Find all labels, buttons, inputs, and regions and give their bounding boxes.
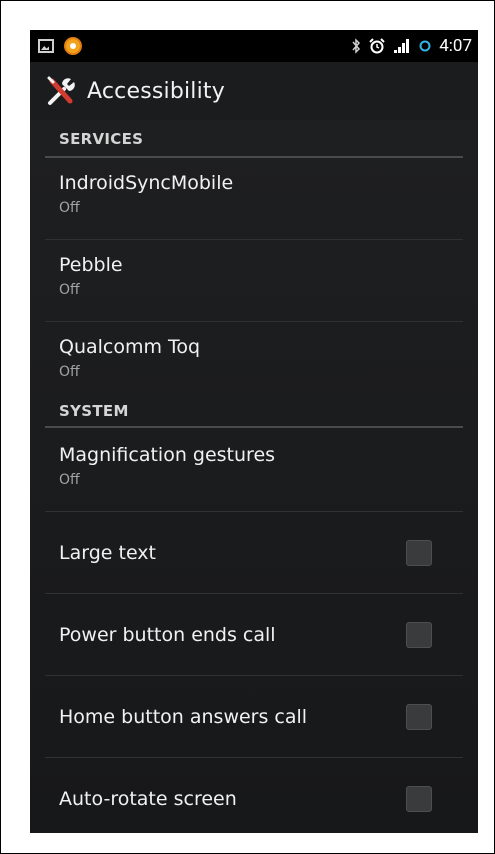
sync-icon	[419, 40, 431, 52]
item-title: Qualcomm Toq	[59, 336, 201, 358]
app-notification-icon	[64, 37, 82, 55]
power-button-ends-call-checkbox[interactable]	[406, 621, 432, 648]
status-bar-system: 4:07	[351, 36, 472, 56]
status-bar-notifications	[38, 37, 82, 55]
item-title: Pebble	[59, 254, 123, 276]
item-summary: Off	[59, 364, 80, 380]
section-header-label: SYSTEM	[59, 402, 129, 420]
device-frame: 4:07 Accessibility SERVICES IndroidSyncM…	[0, 0, 495, 854]
item-title: Large text	[59, 541, 156, 564]
item-title: IndroidSyncMobile	[59, 172, 234, 194]
page-title: Accessibility	[87, 78, 225, 104]
action-bar: Accessibility	[30, 62, 478, 120]
list-item-qualcomm-toq[interactable]: Qualcomm Toq Off	[45, 322, 463, 398]
large-text-checkbox[interactable]	[406, 539, 432, 566]
list-item-power-button-ends-call[interactable]: Power button ends call	[45, 594, 463, 676]
phone-screen: 4:07 Accessibility SERVICES IndroidSyncM…	[30, 30, 478, 833]
list-item-indroidsyncmobile[interactable]: IndroidSyncMobile Off	[45, 158, 463, 240]
section-header-label: SERVICES	[59, 130, 144, 148]
section-header-system: SYSTEM	[45, 398, 463, 428]
bluetooth-icon	[352, 38, 361, 54]
signal-icon	[394, 39, 410, 53]
list-item-auto-rotate-screen[interactable]: Auto-rotate screen	[45, 758, 463, 833]
item-summary: Off	[59, 472, 80, 488]
item-title: Power button ends call	[59, 623, 276, 646]
status-bar: 4:07	[30, 30, 478, 62]
wrench-screwdriver-icon[interactable]	[45, 74, 79, 108]
list-item-home-button-answers-call[interactable]: Home button answers call	[45, 676, 463, 758]
list-item-large-text[interactable]: Large text	[45, 512, 463, 594]
item-summary: Off	[59, 282, 80, 298]
image-icon	[38, 39, 54, 53]
auto-rotate-screen-checkbox[interactable]	[406, 785, 432, 812]
item-title: Magnification gestures	[59, 444, 276, 466]
status-time: 4:07	[439, 36, 472, 56]
list-item-pebble[interactable]: Pebble Off	[45, 240, 463, 322]
home-button-answers-call-checkbox[interactable]	[406, 703, 432, 730]
alarm-icon	[369, 38, 385, 54]
list-item-magnification-gestures[interactable]: Magnification gestures Off	[45, 428, 463, 512]
item-title: Home button answers call	[59, 705, 308, 728]
settings-list: SERVICES IndroidSyncMobile Off Pebble Of…	[30, 120, 478, 833]
section-header-services: SERVICES	[45, 120, 463, 158]
item-title: Auto-rotate screen	[59, 787, 237, 810]
item-summary: Off	[59, 200, 80, 216]
